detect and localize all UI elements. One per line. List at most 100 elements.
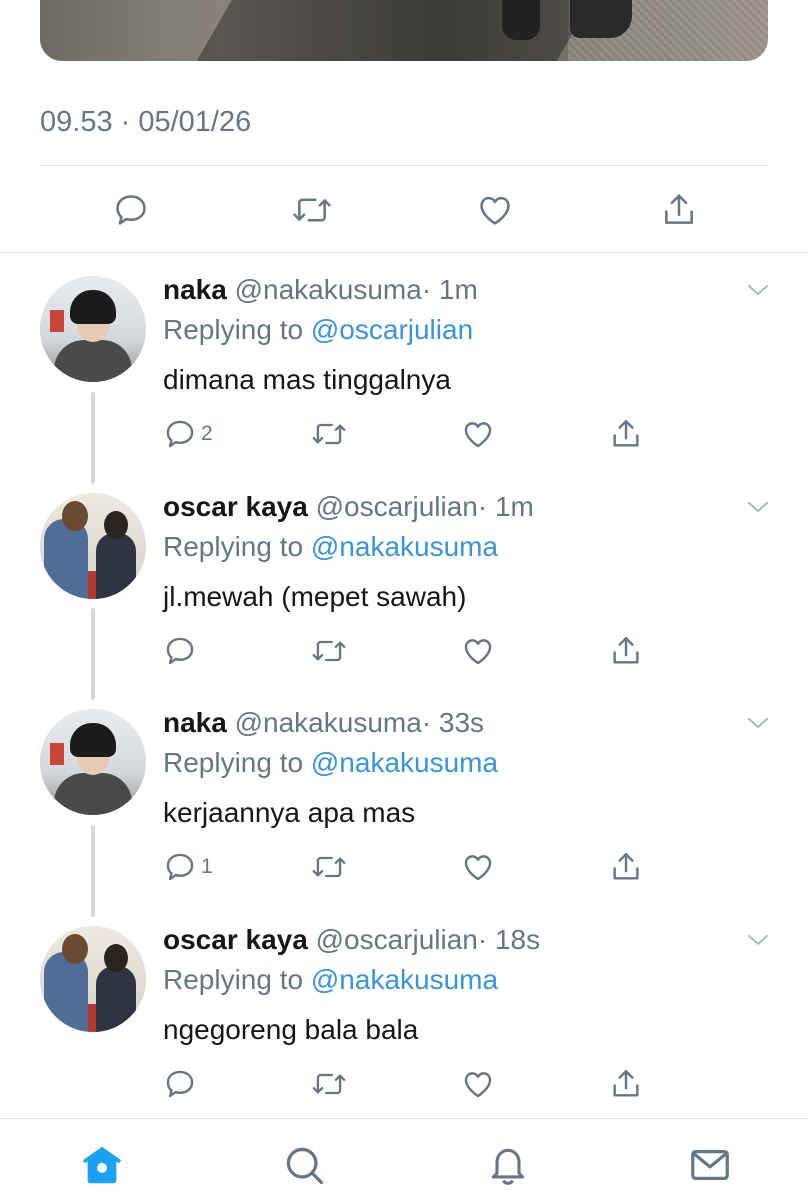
reply-tweet[interactable]: naka @nakakusuma· 33s Replying to @nakak… bbox=[0, 687, 808, 887]
like-button[interactable] bbox=[461, 416, 495, 452]
share-icon bbox=[613, 853, 639, 880]
media-shadow bbox=[196, 0, 604, 61]
avatar[interactable] bbox=[40, 709, 146, 815]
handle[interactable]: @oscarjulian bbox=[316, 924, 478, 955]
display-name[interactable]: naka bbox=[163, 707, 227, 738]
mention-link[interactable]: @nakakusuma bbox=[311, 964, 498, 995]
mention-link[interactable]: @nakakusuma bbox=[311, 747, 498, 778]
retweet-button[interactable] bbox=[287, 185, 337, 235]
heart-icon bbox=[464, 639, 492, 665]
reply-header: naka @nakakusuma· 1m bbox=[163, 274, 478, 306]
avatar[interactable] bbox=[40, 276, 146, 382]
share-icon bbox=[613, 637, 639, 664]
reply-count: 2 bbox=[201, 422, 213, 445]
handle[interactable]: @oscarjulian bbox=[316, 491, 478, 522]
media-shoe-right bbox=[570, 0, 632, 38]
replying-to: Replying to @nakakusuma bbox=[163, 747, 498, 779]
retweet-icon bbox=[293, 198, 331, 222]
search-icon bbox=[286, 1147, 324, 1185]
reply-text: kerjaannya apa mas bbox=[163, 797, 416, 828]
relative-time: · 1m bbox=[421, 274, 478, 305]
replying-prefix: Replying to bbox=[163, 531, 304, 562]
reply-button[interactable]: 2 bbox=[163, 416, 213, 452]
avatar[interactable] bbox=[40, 493, 146, 599]
reply-action-bar bbox=[163, 633, 663, 669]
reply-header: naka @nakakusuma· 33s bbox=[163, 707, 484, 739]
share-button[interactable] bbox=[609, 849, 643, 885]
reply-button[interactable] bbox=[106, 185, 156, 235]
reply-icon bbox=[166, 853, 194, 881]
replying-to: Replying to @nakakusuma bbox=[163, 531, 498, 563]
reply-text: ngegoreng bala bala bbox=[163, 1014, 419, 1045]
reply-button[interactable]: 1 bbox=[163, 849, 213, 885]
display-name[interactable]: oscar kaya bbox=[163, 491, 308, 522]
heart-icon bbox=[464, 422, 492, 448]
relative-time: · 33s bbox=[421, 707, 485, 738]
heart-icon bbox=[480, 196, 510, 225]
share-button[interactable] bbox=[654, 185, 704, 235]
home-icon bbox=[82, 1146, 122, 1184]
reply-text: dimana mas tinggalnya bbox=[163, 364, 451, 395]
retweet-button[interactable] bbox=[311, 849, 347, 885]
retweet-icon bbox=[312, 856, 346, 878]
handle[interactable]: @nakakusuma bbox=[235, 274, 422, 305]
relative-time: · 18s bbox=[477, 924, 541, 955]
reply-tweet[interactable]: naka @nakakusuma· 1m Replying to @oscarj… bbox=[0, 254, 808, 454]
mention-link[interactable]: @oscarjulian bbox=[311, 314, 473, 345]
divider bbox=[0, 252, 808, 253]
replying-prefix: Replying to bbox=[163, 314, 304, 345]
reply-header: oscar kaya @oscarjulian· 1m bbox=[163, 491, 534, 523]
like-button[interactable] bbox=[461, 1066, 495, 1102]
mention-link[interactable]: @nakakusuma bbox=[311, 531, 498, 562]
reply-action-bar: 2 bbox=[163, 416, 663, 452]
like-button[interactable] bbox=[461, 849, 495, 885]
share-icon bbox=[665, 194, 693, 224]
mail-icon bbox=[691, 1149, 729, 1181]
chevron-down-icon[interactable] bbox=[746, 715, 770, 731]
reply-count: 1 bbox=[201, 855, 213, 878]
retweet-icon bbox=[312, 1073, 346, 1095]
reply-icon bbox=[166, 1070, 194, 1098]
handle[interactable]: @nakakusuma bbox=[235, 707, 422, 738]
reply-action-bar bbox=[163, 1066, 663, 1102]
share-icon bbox=[613, 420, 639, 447]
relative-time: · 1m bbox=[477, 491, 534, 522]
heart-icon bbox=[464, 1072, 492, 1098]
bottom-tab-bar bbox=[0, 1119, 808, 1199]
share-button[interactable] bbox=[609, 633, 643, 669]
like-button[interactable] bbox=[461, 633, 495, 669]
tab-home[interactable] bbox=[78, 1141, 126, 1189]
chevron-down-icon[interactable] bbox=[746, 499, 770, 515]
share-button[interactable] bbox=[609, 416, 643, 452]
retweet-button[interactable] bbox=[311, 416, 347, 452]
retweet-icon bbox=[312, 423, 346, 445]
chevron-down-icon[interactable] bbox=[746, 932, 770, 948]
share-button[interactable] bbox=[609, 1066, 643, 1102]
tweet-action-bar bbox=[40, 185, 768, 235]
chevron-down-icon[interactable] bbox=[746, 282, 770, 298]
retweet-button[interactable] bbox=[311, 1066, 347, 1102]
tab-notifications[interactable] bbox=[484, 1141, 532, 1189]
avatar[interactable] bbox=[40, 926, 146, 1032]
share-icon bbox=[613, 1070, 639, 1097]
reply-tweet[interactable]: oscar kaya @oscarjulian· 1m Replying to … bbox=[0, 471, 808, 671]
reply-icon bbox=[166, 420, 194, 448]
like-button[interactable] bbox=[470, 185, 520, 235]
retweet-button[interactable] bbox=[311, 633, 347, 669]
reply-text: jl.mewah (mepet sawah) bbox=[163, 581, 467, 612]
heart-icon bbox=[464, 855, 492, 881]
display-name[interactable]: naka bbox=[163, 274, 227, 305]
reply-tweet[interactable]: oscar kaya @oscarjulian· 18s Replying to… bbox=[0, 904, 808, 1104]
tab-search[interactable] bbox=[280, 1141, 328, 1189]
replying-prefix: Replying to bbox=[163, 747, 304, 778]
divider bbox=[40, 165, 768, 166]
retweet-icon bbox=[312, 640, 346, 662]
reply-button[interactable] bbox=[163, 633, 201, 669]
replying-to: Replying to @nakakusuma bbox=[163, 964, 498, 996]
display-name[interactable]: oscar kaya bbox=[163, 924, 308, 955]
tweet-media-image[interactable] bbox=[40, 0, 768, 61]
reply-button[interactable] bbox=[163, 1066, 201, 1102]
reply-action-bar: 1 bbox=[163, 849, 663, 885]
tab-messages[interactable] bbox=[686, 1141, 734, 1189]
media-shoe-left bbox=[502, 0, 540, 40]
